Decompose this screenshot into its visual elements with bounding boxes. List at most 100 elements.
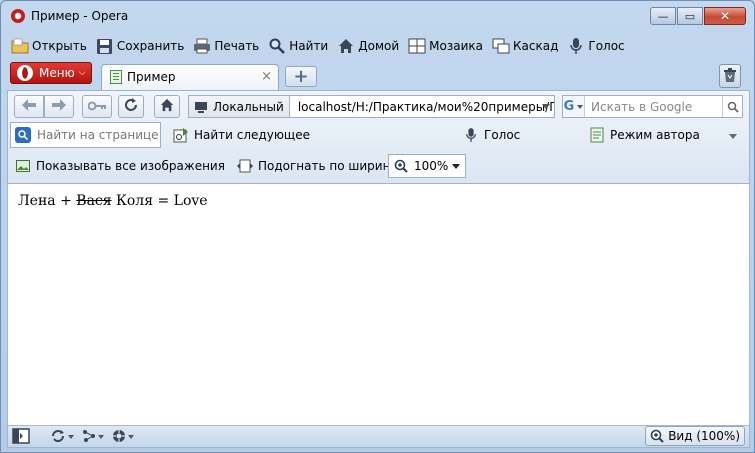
search-engine-selector[interactable]: G <box>563 96 585 117</box>
print-button[interactable]: Печать <box>189 34 264 58</box>
cascade-icon <box>492 37 510 55</box>
save-button[interactable]: Сохранить <box>92 34 190 58</box>
find-in-page-input[interactable]: Найти на странице <box>10 122 161 148</box>
chevron-down-icon <box>128 435 134 439</box>
wand-button[interactable] <box>82 95 112 118</box>
find-next-label: Найти следующее <box>194 128 310 142</box>
trash-button[interactable] <box>719 64 741 88</box>
maximize-button[interactable]: ▭ <box>677 7 703 25</box>
minimize-icon: — <box>657 9 669 23</box>
show-images-button[interactable]: Показывать все изображения <box>14 157 225 175</box>
voice-button[interactable]: Голос <box>563 34 629 58</box>
home-icon <box>337 37 355 55</box>
minimize-button[interactable]: — <box>650 7 676 25</box>
find-icon <box>15 127 31 143</box>
find-placeholder: Найти на странице <box>37 128 159 142</box>
zoom-value: 100% <box>414 159 449 173</box>
address-history-dropdown-icon[interactable] <box>542 104 550 109</box>
toolbar-overflow-icon[interactable] <box>729 134 737 139</box>
tab-example[interactable]: Пример × <box>101 64 279 90</box>
open-button[interactable]: Открыть <box>7 34 92 58</box>
tab-label: Пример <box>127 70 176 84</box>
find-label: Найти <box>289 39 329 53</box>
title-bar: Пример - Opera — ▭ ✕ <box>1 1 754 31</box>
opera-logo-icon <box>17 65 33 81</box>
voice-toolbar-label: Голос <box>484 128 521 142</box>
reload-icon <box>124 98 138 115</box>
maximize-icon: ▭ <box>684 9 696 23</box>
chevron-down-icon <box>577 104 584 109</box>
address-bar[interactable]: Локальный localhost/H:/Практика/мои%20пр… <box>188 95 555 118</box>
find-button[interactable]: Найти <box>264 34 333 58</box>
computer-icon <box>194 101 208 113</box>
key-icon <box>87 100 106 114</box>
status-controls <box>12 427 142 447</box>
zoom-view-button[interactable]: Вид (100%) <box>645 426 745 446</box>
find-toolbar: Найти на странице Найти следующее Голос … <box>8 122 749 150</box>
find-next-icon <box>172 126 190 144</box>
search-placeholder: Искать в Google <box>591 99 693 114</box>
text-before: Лена + <box>18 193 77 209</box>
close-icon: ✕ <box>719 9 731 23</box>
main-toolbar: Открыть Сохранить Печать Найти Домой Моз… <box>7 33 630 59</box>
tile-button[interactable]: Мозаика <box>404 34 488 58</box>
home-button[interactable]: Домой <box>333 34 404 58</box>
sync-icon <box>50 429 66 446</box>
panel-toggle-button[interactable] <box>12 427 30 447</box>
tile-label: Мозаика <box>429 39 483 53</box>
chevron-down-icon <box>452 163 460 169</box>
home-icon <box>160 98 174 115</box>
save-label: Сохранить <box>116 39 185 53</box>
voice-label: Голос <box>588 39 625 53</box>
forward-button[interactable] <box>44 95 74 118</box>
security-badge[interactable]: Локальный <box>189 96 290 117</box>
url-text[interactable]: localhost/H:/Практика/мои%20примеры/При <box>298 100 554 114</box>
reload-button[interactable] <box>118 95 144 118</box>
folder-icon <box>11 37 29 55</box>
fit-width-icon <box>236 157 254 175</box>
back-arrow-icon <box>22 99 36 114</box>
search-field[interactable]: G Искать в Google <box>562 95 743 118</box>
home-label: Домой <box>358 39 400 53</box>
print-label: Печать <box>214 39 260 53</box>
search-icon[interactable] <box>722 96 742 117</box>
window-title: Пример - Opera <box>31 9 129 23</box>
page-viewport: Лена + Вася Коля = Love <box>7 184 750 426</box>
new-tab-button[interactable]: + <box>285 66 317 87</box>
opera-logo-icon <box>11 9 25 23</box>
view-toolbar: Показывать все изображения Подогнать по … <box>8 153 749 183</box>
forward-arrow-icon <box>52 99 66 114</box>
unite-button[interactable] <box>82 428 104 446</box>
home-nav-button[interactable] <box>154 95 180 118</box>
printer-icon <box>193 37 211 55</box>
author-mode-button[interactable]: Режим автора <box>588 126 700 144</box>
fit-width-button[interactable]: Подогнать по ширине <box>236 157 398 175</box>
trash-icon <box>723 67 737 86</box>
opera-menu-button[interactable]: Меню ⌵ <box>10 62 92 84</box>
image-icon <box>14 157 32 175</box>
zoom-icon <box>650 429 664 443</box>
status-bar: Вид (100%) <box>7 426 750 448</box>
tab-close-icon[interactable]: × <box>261 69 272 84</box>
turbo-button[interactable] <box>112 428 134 446</box>
microphone-icon <box>567 37 585 55</box>
save-icon <box>96 37 114 55</box>
author-mode-label: Режим автора <box>610 128 700 142</box>
cascade-button[interactable]: Каскад <box>488 34 563 58</box>
tile-icon <box>408 37 426 55</box>
show-images-label: Показывать все изображения <box>36 159 225 173</box>
close-button[interactable]: ✕ <box>704 7 746 25</box>
zoom-select[interactable]: 100% <box>388 154 466 178</box>
menu-label: Меню <box>39 66 75 80</box>
panel-icon <box>12 427 30 447</box>
zoom-icon <box>394 159 408 173</box>
back-button[interactable] <box>14 95 44 118</box>
google-icon: G <box>563 99 575 114</box>
chevron-down-icon: ⌵ <box>78 68 86 78</box>
security-label: Локальный <box>213 99 284 114</box>
find-next-button[interactable]: Найти следующее <box>172 126 310 144</box>
sync-button[interactable] <box>50 428 74 446</box>
navigation-panel: Локальный localhost/H:/Практика/мои%20пр… <box>7 90 750 184</box>
voice-toolbar-button[interactable]: Голос <box>462 126 520 144</box>
author-mode-icon <box>588 126 606 144</box>
